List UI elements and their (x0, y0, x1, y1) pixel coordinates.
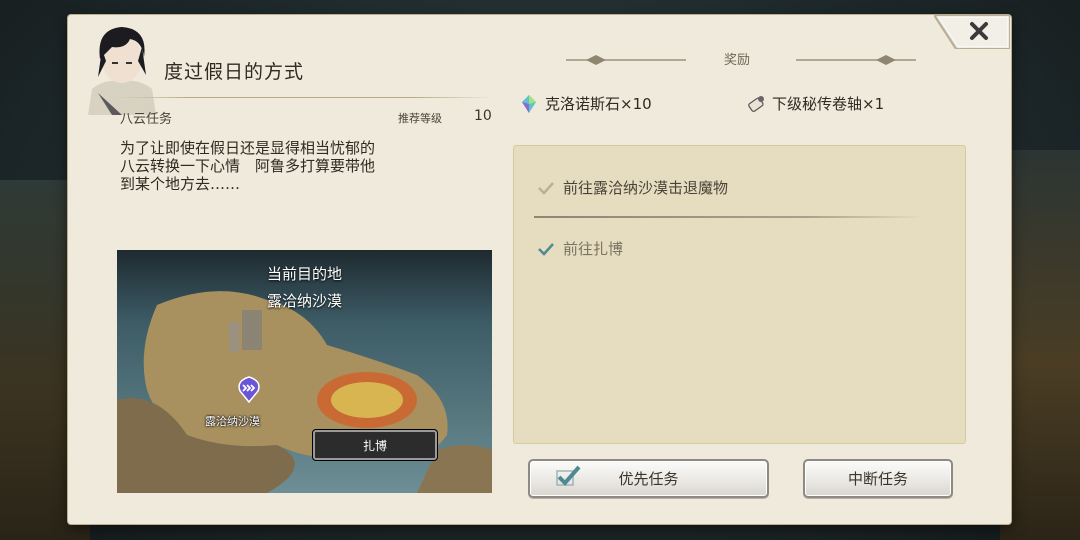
quest-type: 八云任务 (120, 112, 173, 127)
reward-item: 下级秘传卷轴×1 (746, 93, 884, 114)
objective-label: 前往露洽纳沙漠击退魔物 (563, 179, 729, 197)
background-right (1000, 150, 1080, 540)
checkmark-icon (538, 242, 554, 256)
destination-map[interactable]: 当前目的地 露洽纳沙漠 露洽纳沙漠 扎博 (117, 250, 492, 493)
target-location-button[interactable]: 扎博 (313, 430, 437, 460)
quest-dialog: 度过假日的方式 八云任务 推荐等级 10 为了让即使在假日还是显得相当忧郁的 八… (68, 15, 1011, 524)
reward-label: 下级秘传卷轴×1 (772, 95, 885, 113)
quest-title: 度过假日的方式 (164, 61, 305, 83)
checkmark-icon (538, 181, 554, 195)
character-avatar (88, 27, 156, 115)
recommended-level-value: 10 (474, 108, 492, 124)
reward-item: 克洛诺斯石×10 (519, 93, 652, 114)
reward-header: 奖励 (724, 53, 751, 68)
objective-item: 前往扎博 (538, 238, 623, 259)
map-location-label: 露洽纳沙漠 (205, 415, 260, 428)
current-destination-name: 露洽纳沙漠 (266, 292, 342, 310)
recommended-level-label: 推荐等级 (398, 112, 442, 125)
abort-quest-label: 中断任务 (847, 470, 908, 488)
objective-divider (534, 216, 924, 218)
reward-label: 克洛诺斯石×10 (545, 95, 652, 113)
checkmark-icon (556, 465, 581, 486)
close-button[interactable] (934, 15, 1010, 49)
objectives-panel: 前往露洽纳沙漠击退魔物 前往扎博 (513, 145, 966, 444)
quest-description: 为了让即使在假日还是显得相当忧郁的 八云转换一下心情 阿鲁多打算要带他 到某个地… (120, 139, 376, 193)
scroll-icon (748, 95, 764, 112)
objective-label: 前往扎博 (563, 240, 624, 258)
crystal-icon (522, 94, 536, 113)
title-divider (112, 97, 492, 98)
priority-quest-label: 优先任务 (618, 470, 679, 488)
objective-item: 前往露洽纳沙漠击退魔物 (538, 177, 728, 198)
priority-quest-button[interactable]: 优先任务 (528, 459, 769, 498)
abort-quest-button[interactable]: 中断任务 (803, 459, 953, 498)
location-marker-icon[interactable] (236, 375, 262, 403)
current-destination-label: 当前目的地 (266, 265, 342, 283)
